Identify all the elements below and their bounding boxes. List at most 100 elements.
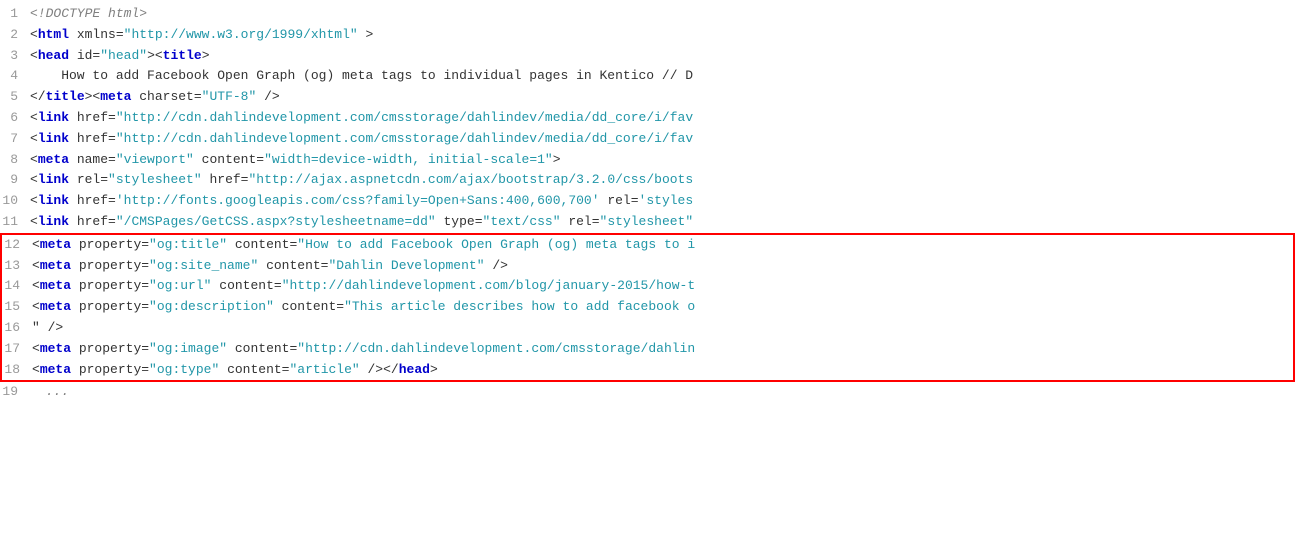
code-token: meta: [40, 362, 71, 377]
code-token: "og:site_name": [149, 258, 258, 273]
code-line: 10<link href='http://fonts.googleapis.co…: [0, 191, 1295, 212]
line-content: </title><meta charset="UTF-8" />: [30, 87, 1295, 108]
code-line: 16" />: [2, 318, 1293, 339]
code-token: link: [38, 214, 69, 229]
code-token: "article": [289, 362, 359, 377]
line-number: 10: [0, 191, 30, 212]
code-token: title: [46, 89, 85, 104]
code-view: 1<!DOCTYPE html>2<html xmlns="http://www…: [0, 0, 1295, 537]
code-token: head: [399, 362, 430, 377]
line-content: <link href="http://cdn.dahlindevelopment…: [30, 108, 1295, 129]
code-token: <: [32, 237, 40, 252]
code-token: link: [38, 193, 69, 208]
code-token: "This article describes how to add faceb…: [344, 299, 695, 314]
code-token: <: [32, 341, 40, 356]
code-line: 8<meta name="viewport" content="width=de…: [0, 150, 1295, 171]
code-token: "How to add Facebook Open Graph (og) met…: [297, 237, 695, 252]
code-token: head: [38, 48, 69, 63]
code-token: />: [485, 258, 508, 273]
line-number: 1: [0, 4, 30, 25]
line-content: <link href="/CMSPages/GetCSS.aspx?styles…: [30, 212, 1295, 233]
code-token: <: [32, 278, 40, 293]
code-token: "og:description": [149, 299, 274, 314]
code-token: content=: [274, 299, 344, 314]
code-token: meta: [40, 341, 71, 356]
code-token: <: [30, 193, 38, 208]
line-number: 8: [0, 150, 30, 171]
code-token: How to add Facebook Open Graph (og) meta…: [30, 68, 693, 83]
code-token: meta: [40, 299, 71, 314]
code-token: content=: [219, 362, 289, 377]
code-line: 7<link href="http://cdn.dahlindevelopmen…: [0, 129, 1295, 150]
line-content: How to add Facebook Open Graph (og) meta…: [30, 66, 1295, 87]
code-line: 6<link href="http://cdn.dahlindevelopmen…: [0, 108, 1295, 129]
code-token: content=: [227, 341, 297, 356]
code-token: property=: [71, 341, 149, 356]
code-token: "http://ajax.aspnetcdn.com/ajax/bootstra…: [248, 172, 693, 187]
code-token: "head": [100, 48, 147, 63]
code-token: property=: [71, 237, 149, 252]
code-token: meta: [38, 152, 69, 167]
line-number: 18: [2, 360, 32, 381]
line-content: <!DOCTYPE html>: [30, 4, 1295, 25]
code-token: charset=: [131, 89, 201, 104]
line-number: 7: [0, 129, 30, 150]
line-content: <html xmlns="http://www.w3.org/1999/xhtm…: [30, 25, 1295, 46]
code-token: 'styles: [639, 193, 694, 208]
code-line: 9<link rel="stylesheet" href="http://aja…: [0, 170, 1295, 191]
code-token: "http://dahlindevelopment.com/blog/janua…: [282, 278, 695, 293]
code-token: "viewport": [116, 152, 194, 167]
line-number: 2: [0, 25, 30, 46]
code-token: />: [256, 89, 279, 104]
code-token: "og:image": [149, 341, 227, 356]
line-content: <meta property="og:type" content="articl…: [32, 360, 1293, 381]
code-token: property=: [71, 299, 149, 314]
code-token: "og:type": [149, 362, 219, 377]
code-token: "og:title": [149, 237, 227, 252]
code-token: xmlns=: [69, 27, 124, 42]
code-line: 13<meta property="og:site_name" content=…: [2, 256, 1293, 277]
code-token: "http://cdn.dahlindevelopment.com/cmssto…: [297, 341, 695, 356]
code-line: 15<meta property="og:description" conten…: [2, 297, 1293, 318]
code-token: property=: [71, 258, 149, 273]
code-token: </: [30, 89, 46, 104]
code-token: "text/css": [483, 214, 561, 229]
code-line: 17<meta property="og:image" content="htt…: [2, 339, 1293, 360]
code-token: <: [30, 110, 38, 125]
code-token: title: [163, 48, 202, 63]
code-token: 'http://fonts.googleapis.com/css?family=…: [116, 193, 600, 208]
code-token: <: [32, 362, 40, 377]
code-token: content=: [227, 237, 297, 252]
code-token: <!DOCTYPE html>: [30, 6, 147, 21]
code-token: <: [30, 172, 38, 187]
line-content: <meta property="og:image" content="http:…: [32, 339, 1293, 360]
line-content: <meta property="og:title" content="How t…: [32, 235, 1293, 256]
code-line: 14<meta property="og:url" content="http:…: [2, 276, 1293, 297]
code-token: "http://cdn.dahlindevelopment.com/cmssto…: [116, 131, 693, 146]
code-token: <: [30, 48, 38, 63]
line-number: 19: [0, 382, 30, 403]
code-token: content=: [211, 278, 281, 293]
line-number: 9: [0, 170, 30, 191]
code-token: rel=: [561, 214, 600, 229]
code-token: html: [38, 27, 69, 42]
line-content: <link rel="stylesheet" href="http://ajax…: [30, 170, 1295, 191]
code-token: >: [553, 152, 561, 167]
line-content: <meta property="og:description" content=…: [32, 297, 1293, 318]
code-token: meta: [40, 258, 71, 273]
code-token: href=: [69, 214, 116, 229]
code-line: 19 ...: [0, 382, 1295, 403]
code-token: property=: [71, 362, 149, 377]
code-token: <: [32, 258, 40, 273]
code-line: 5</title><meta charset="UTF-8" />: [0, 87, 1295, 108]
line-number: 13: [2, 256, 32, 277]
code-token: ><: [147, 48, 163, 63]
code-token: ...: [30, 384, 69, 399]
code-token: >: [358, 27, 374, 42]
code-token: property=: [71, 278, 149, 293]
line-content: <link href='http://fonts.googleapis.com/…: [30, 191, 1295, 212]
line-content: <meta property="og:url" content="http://…: [32, 276, 1293, 297]
code-token: name=: [69, 152, 116, 167]
code-token: href=: [69, 131, 116, 146]
code-token: type=: [436, 214, 483, 229]
